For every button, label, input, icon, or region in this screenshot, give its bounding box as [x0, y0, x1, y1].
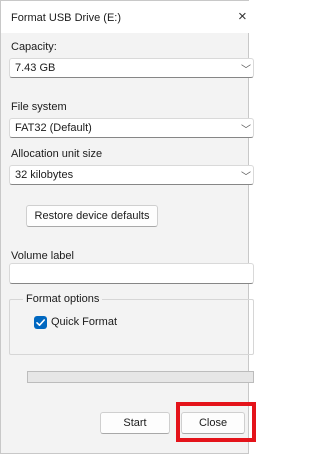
restore-defaults-button[interactable]: Restore device defaults: [26, 205, 158, 227]
capacity-label: Capacity:: [11, 41, 57, 53]
checkmark-icon: [36, 319, 45, 326]
format-options-title: Format options: [23, 293, 103, 305]
quick-format-label: Quick Format: [51, 316, 118, 328]
volume-label-input[interactable]: [9, 263, 254, 284]
allocation-unit-label: Allocation unit size: [11, 148, 103, 160]
capacity-value: 7.43 GB: [15, 62, 56, 74]
quick-format-checkbox[interactable]: [34, 316, 47, 329]
chevron-down-icon: ﹀: [241, 125, 251, 136]
format-dialog: Format USB Drive (E:) × Capacity: 7.43 G…: [0, 0, 256, 454]
chevron-down-icon: ﹀: [241, 172, 251, 183]
capacity-dropdown[interactable]: 7.43 GB ﹀: [9, 58, 254, 78]
start-button[interactable]: Start: [100, 412, 170, 434]
volume-label-label: Volume label: [11, 250, 74, 262]
close-icon[interactable]: ×: [238, 9, 247, 24]
close-button[interactable]: Close: [181, 412, 245, 434]
allocation-unit-value: 32 kilobytes: [15, 169, 74, 181]
file-system-dropdown[interactable]: FAT32 (Default) ﹀: [9, 118, 254, 138]
title-bar: Format USB Drive (E:) ×: [1, 1, 250, 33]
file-system-value: FAT32 (Default): [15, 122, 92, 134]
format-progress-bar: [27, 371, 254, 383]
chevron-down-icon: ﹀: [241, 65, 251, 76]
file-system-label: File system: [11, 101, 67, 113]
window-title: Format USB Drive (E:): [11, 12, 122, 24]
allocation-unit-dropdown[interactable]: 32 kilobytes ﹀: [9, 165, 254, 185]
